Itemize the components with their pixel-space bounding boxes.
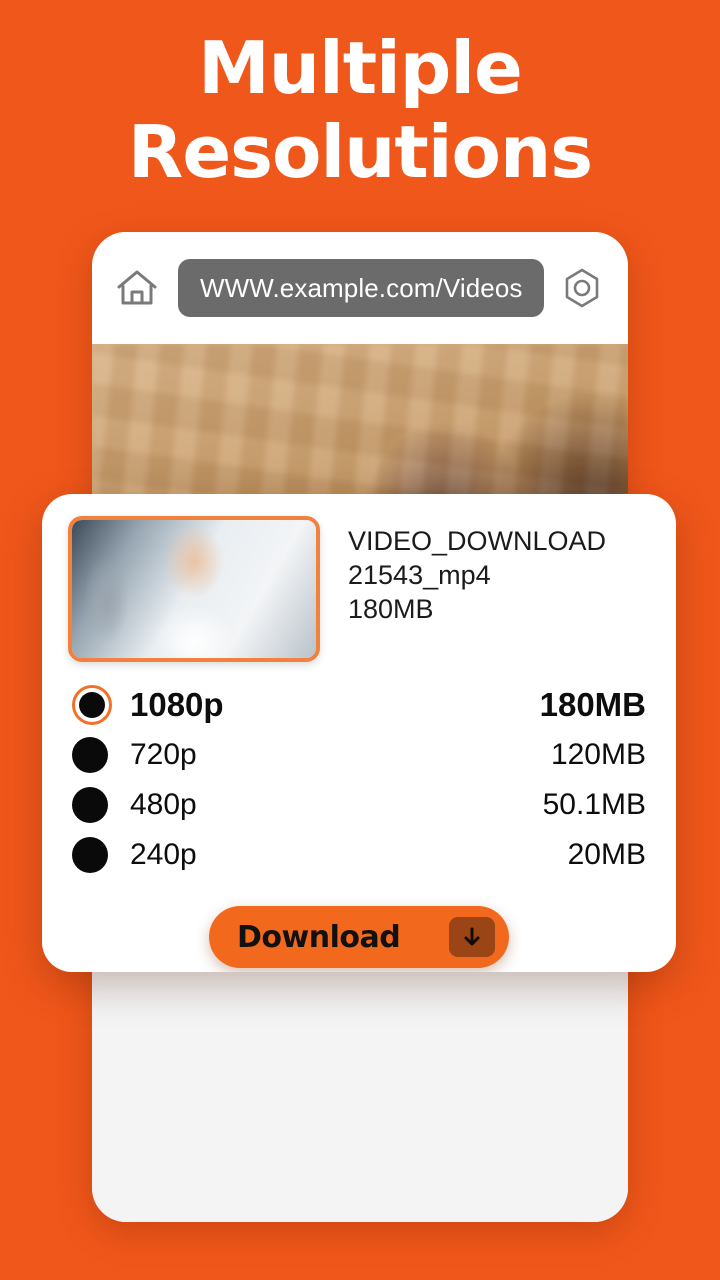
resolution-option-480p[interactable]: 480p 50.1MB — [72, 780, 646, 830]
download-arrow-icon — [449, 917, 495, 957]
resolution-size: 20MB — [567, 838, 646, 871]
dialog-file-info: VIDEO_DOWNLOAD 21543_mp4 180MB — [320, 516, 650, 662]
resolution-size: 120MB — [550, 738, 646, 771]
headline-line-2: Resolutions — [127, 110, 593, 194]
file-title: VIDEO_DOWNLOAD — [348, 526, 607, 556]
download-button[interactable]: Download — [209, 906, 509, 968]
resolution-label: 1080p — [130, 686, 224, 723]
download-button-row: Download — [42, 880, 676, 968]
radio-icon[interactable] — [72, 787, 108, 823]
dialog-header: VIDEO_DOWNLOAD 21543_mp4 180MB — [42, 494, 676, 662]
resolution-options: 1080p 180MB 720p 120MB 480p 50.1MB 240p … — [42, 662, 676, 880]
headline-line-1: Multiple — [198, 26, 523, 110]
thumbnail-image — [72, 520, 316, 658]
resolution-option-240p[interactable]: 240p 20MB — [72, 830, 646, 880]
dialog-video-thumbnail — [68, 516, 320, 662]
url-text: WWW.example.com/Videos — [200, 272, 523, 303]
url-input[interactable]: WWW.example.com/Videos — [178, 259, 544, 317]
file-size: 180MB — [348, 594, 434, 624]
browser-bar: WWW.example.com/Videos — [92, 232, 628, 344]
home-icon[interactable] — [114, 265, 160, 311]
settings-hex-icon[interactable] — [560, 266, 604, 310]
resolution-label: 720p — [130, 738, 197, 771]
resolution-label: 480p — [130, 788, 197, 821]
radio-icon[interactable] — [72, 685, 112, 725]
download-button-label: Download — [237, 919, 401, 955]
radio-icon[interactable] — [72, 737, 108, 773]
radio-icon[interactable] — [72, 837, 108, 873]
resolution-label: 240p — [130, 838, 197, 871]
resolution-size: 180MB — [539, 686, 646, 723]
resolution-option-720p[interactable]: 720p 120MB — [72, 730, 646, 780]
download-dialog: VIDEO_DOWNLOAD 21543_mp4 180MB 1080p 180… — [42, 494, 676, 972]
resolution-option-1080p[interactable]: 1080p 180MB — [72, 680, 646, 730]
page-title: Multiple Resolutions — [0, 26, 720, 194]
resolution-size: 50.1MB — [542, 788, 646, 821]
file-name: 21543_mp4 — [348, 560, 491, 590]
